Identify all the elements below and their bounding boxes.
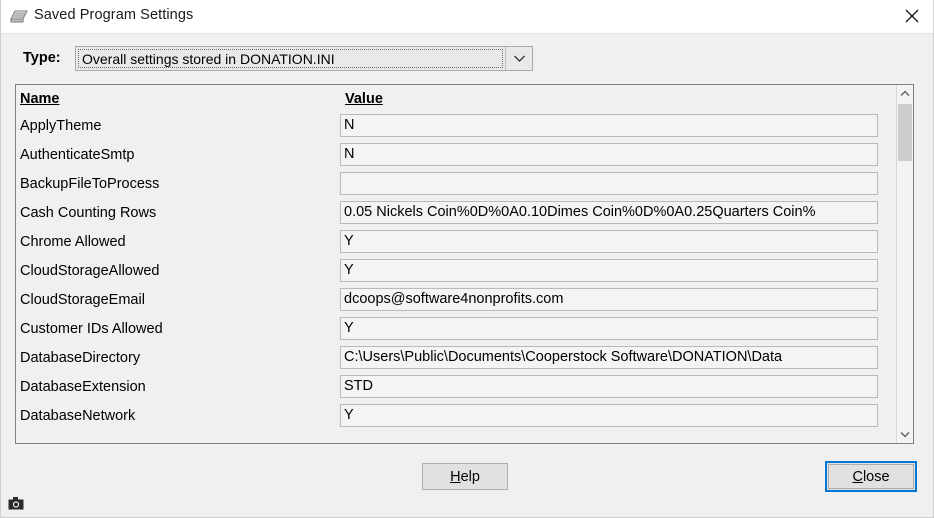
- close-label-rest: lose: [862, 468, 890, 485]
- setting-name: Chrome Allowed: [20, 234, 126, 250]
- type-label: Type:: [23, 50, 61, 66]
- close-button[interactable]: Close: [828, 464, 914, 489]
- chevron-down-icon[interactable]: [505, 47, 532, 70]
- close-accel-char: C: [852, 468, 863, 485]
- camera-icon[interactable]: [8, 496, 24, 510]
- table-row: AuthenticateSmtp N: [16, 143, 896, 172]
- setting-value-field[interactable]: 0.05 Nickels Coin%0D%0A0.10Dimes Coin%0D…: [340, 201, 878, 224]
- setting-value-field[interactable]: Y: [340, 259, 878, 282]
- table-row: BackupFileToProcess: [16, 172, 896, 201]
- setting-value-field[interactable]: [340, 172, 878, 195]
- setting-name: DatabaseDirectory: [20, 350, 141, 366]
- list-vertical-scrollbar[interactable]: [896, 85, 913, 443]
- table-row: Chrome Allowed Y: [16, 230, 896, 259]
- close-button-label: Close: [852, 469, 889, 485]
- column-header-name: Name: [20, 91, 60, 107]
- close-x-icon[interactable]: [889, 0, 933, 32]
- settings-list-inner: Name Value ApplyTheme N AuthenticateSmtp…: [16, 85, 896, 443]
- type-combobox-value[interactable]: Overall settings stored in DONATION.INI: [78, 49, 503, 68]
- setting-name: DatabaseNetwork: [20, 408, 136, 424]
- help-button[interactable]: Help: [422, 463, 508, 490]
- saved-program-settings-dialog: Saved Program Settings Type: Overall set…: [0, 0, 934, 518]
- setting-name: CloudStorageEmail: [20, 292, 145, 308]
- table-row: CloudStorageEmail dcoops@software4nonpro…: [16, 288, 896, 317]
- type-combobox[interactable]: Overall settings stored in DONATION.INI: [75, 46, 533, 71]
- setting-value-field[interactable]: N: [340, 114, 878, 137]
- table-row: DatabaseNetwork Y: [16, 404, 896, 433]
- close-button-focus-ring: Close: [825, 461, 917, 492]
- column-header-value: Value: [345, 91, 383, 107]
- setting-value-field[interactable]: N: [340, 143, 878, 166]
- setting-value-field[interactable]: Y: [340, 317, 878, 340]
- table-row: DatabaseExtension STD: [16, 375, 896, 404]
- setting-value-field[interactable]: Y: [340, 230, 878, 253]
- setting-name: AuthenticateSmtp: [20, 147, 135, 163]
- help-button-label: Help: [450, 469, 480, 485]
- chevron-up-icon[interactable]: [897, 85, 913, 102]
- settings-list-panel: Name Value ApplyTheme N AuthenticateSmtp…: [15, 84, 914, 444]
- window-title: Saved Program Settings: [34, 7, 194, 23]
- title-bar: Saved Program Settings: [1, 0, 933, 34]
- setting-name: BackupFileToProcess: [20, 176, 160, 192]
- setting-value-field[interactable]: dcoops@software4nonprofits.com: [340, 288, 878, 311]
- settings-list-icon: [10, 8, 28, 25]
- setting-name: Customer IDs Allowed: [20, 321, 163, 337]
- setting-name: DatabaseExtension: [20, 379, 146, 395]
- setting-value-field[interactable]: STD: [340, 375, 878, 398]
- table-row: Customer IDs Allowed Y: [16, 317, 896, 346]
- table-row: DatabaseDirectory C:\Users\Public\Docume…: [16, 346, 896, 375]
- help-accel-char: H: [450, 468, 461, 485]
- setting-name: CloudStorageAllowed: [20, 263, 160, 279]
- setting-value-field[interactable]: C:\Users\Public\Documents\Cooperstock So…: [340, 346, 878, 369]
- table-row: Cash Counting Rows 0.05 Nickels Coin%0D%…: [16, 201, 896, 230]
- table-row: CloudStorageAllowed Y: [16, 259, 896, 288]
- table-row: ApplyTheme N: [16, 114, 896, 143]
- chevron-down-icon[interactable]: [897, 426, 913, 443]
- help-label-rest: elp: [460, 468, 480, 485]
- setting-name: Cash Counting Rows: [20, 205, 157, 221]
- scrollbar-thumb[interactable]: [898, 104, 912, 161]
- setting-value-field[interactable]: Y: [340, 404, 878, 427]
- setting-name: ApplyTheme: [20, 118, 102, 134]
